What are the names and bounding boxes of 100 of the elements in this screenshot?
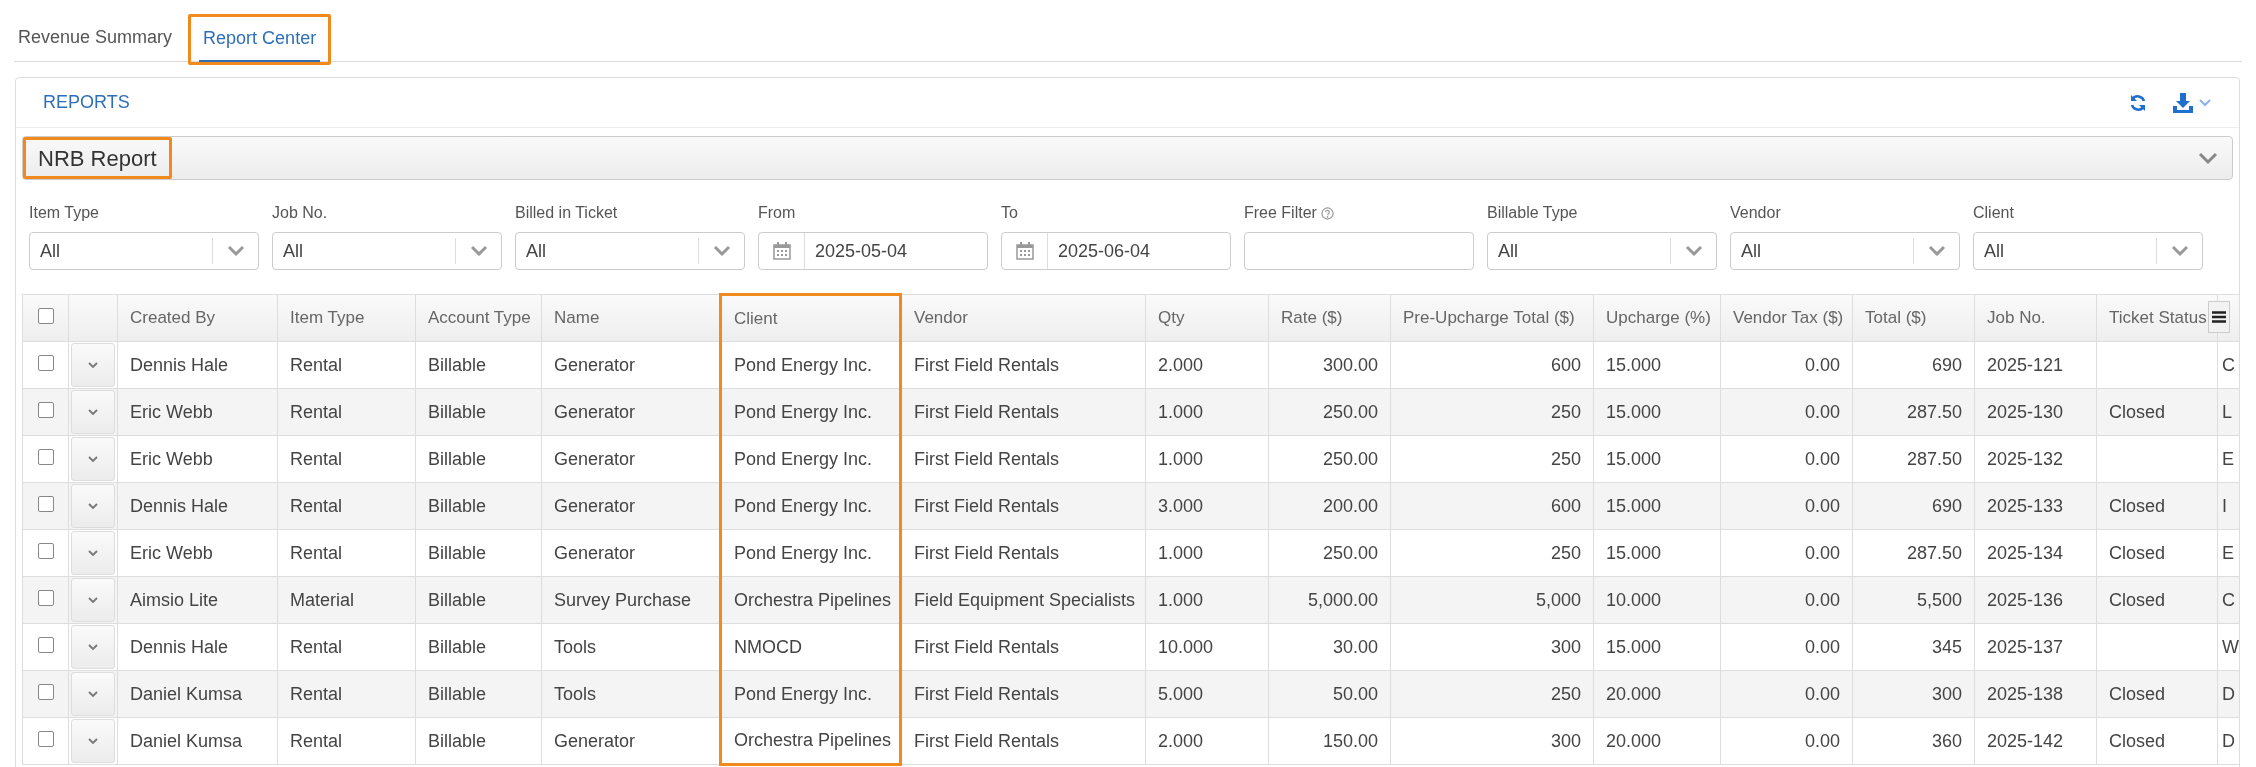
checkbox[interactable] — [37, 495, 54, 512]
table-cell: Billable — [428, 683, 487, 704]
date-field[interactable]: 2025-05-04 — [758, 232, 988, 270]
table-cell: D — [2222, 730, 2235, 751]
checkbox[interactable] — [37, 636, 54, 653]
input-field[interactable] — [1244, 232, 1474, 270]
table-cell: 3.000 — [1158, 495, 1204, 516]
checkbox[interactable] — [37, 448, 54, 465]
table-cell: Generator — [554, 401, 636, 422]
chevron-down-icon — [2198, 151, 2218, 165]
chevron-down-icon — [87, 455, 99, 463]
table-cell: First Field Rentals — [914, 495, 1060, 516]
table-cell: 250.00 — [1322, 542, 1378, 563]
select-field[interactable]: All — [1487, 232, 1717, 270]
table-cell: Dennis Hale — [130, 354, 229, 375]
table-cell: 5,000.00 — [1307, 589, 1378, 610]
table-cell: 15.000 — [1606, 448, 1662, 469]
report-dropdown[interactable]: NRB Report — [22, 136, 2233, 180]
table-cell: First Field Rentals — [914, 448, 1060, 469]
table-cell: 2025-132 — [1987, 448, 2064, 469]
column-header[interactable]: Job No. — [1987, 308, 2046, 328]
column-menu-button[interactable] — [2208, 301, 2230, 333]
column-header[interactable]: Qty — [1158, 308, 1185, 328]
table-cell: Generator — [554, 448, 636, 469]
filter-label: Free Filter — [1244, 203, 1317, 223]
chevron-down-icon — [87, 408, 99, 416]
refresh-icon[interactable] — [2128, 92, 2148, 113]
table-cell: 300.00 — [1322, 354, 1378, 375]
checkbox[interactable] — [37, 589, 54, 606]
column-header[interactable]: Vendor — [914, 308, 968, 328]
table-cell: Dennis Hale — [130, 636, 229, 657]
table-cell: 250.00 — [1322, 448, 1378, 469]
download-button[interactable] — [2172, 91, 2212, 114]
filter-label: Billable Type — [1487, 203, 1578, 223]
table-cell: Dennis Hale — [130, 495, 229, 516]
checkbox[interactable] — [37, 401, 54, 418]
table-cell: 0.00 — [1804, 683, 1840, 704]
table-cell: 15.000 — [1606, 542, 1662, 563]
select-field[interactable]: All — [1730, 232, 1960, 270]
checkbox[interactable] — [37, 683, 54, 700]
table-cell: 360 — [1931, 730, 1962, 751]
table-cell: 5,500 — [1916, 589, 1962, 610]
table-cell: E — [2222, 542, 2234, 563]
table-cell: First Field Rentals — [914, 401, 1060, 422]
table-cell: Pond Energy Inc. — [734, 354, 873, 375]
column-header[interactable]: Name — [554, 308, 600, 328]
chevron-down-icon — [87, 596, 99, 604]
checkbox[interactable] — [37, 730, 54, 747]
table-cell: 250 — [1550, 448, 1581, 469]
select-field[interactable]: All — [515, 232, 745, 270]
table-cell: 10.000 — [1606, 589, 1662, 610]
checkbox[interactable] — [37, 354, 54, 371]
table-cell: Pond Energy Inc. — [734, 495, 873, 516]
table-cell: 300 — [1550, 730, 1581, 751]
table-cell: 287.50 — [1906, 401, 1962, 422]
table-cell: Pond Energy Inc. — [734, 683, 873, 704]
table-cell: Rental — [290, 495, 343, 516]
menu-icon — [2212, 311, 2226, 323]
select-field[interactable]: All — [272, 232, 502, 270]
table-cell: Orchestra Pipelines — [734, 589, 892, 610]
date-field[interactable]: 2025-06-04 — [1001, 232, 1231, 270]
checkbox[interactable] — [37, 542, 54, 559]
table-cell: Billable — [428, 636, 487, 657]
table-cell: Eric Webb — [130, 448, 213, 469]
calendar-icon — [1015, 242, 1034, 260]
table-cell: Rental — [290, 542, 343, 563]
table-cell: 2025-137 — [1987, 636, 2064, 657]
table-cell: 250.00 — [1322, 401, 1378, 422]
select-field[interactable]: All — [1973, 232, 2203, 270]
caret-icon — [2198, 97, 2212, 108]
table-cell: Rental — [290, 354, 343, 375]
checkbox[interactable] — [37, 307, 54, 324]
help-icon[interactable] — [1320, 206, 1334, 220]
chevron-down-icon — [226, 245, 245, 257]
table-cell: 5,000 — [1535, 589, 1581, 610]
table-cell: Aimsio Lite — [130, 589, 219, 610]
table-cell: Generator — [554, 542, 636, 563]
column-header[interactable]: Client — [734, 308, 778, 328]
table-cell: Survey Purchase — [554, 589, 692, 610]
table-cell: 2025-136 — [1987, 589, 2064, 610]
table-cell: 0.00 — [1804, 730, 1840, 751]
chevron-down-icon — [1927, 245, 1946, 257]
select-field[interactable]: All — [29, 232, 259, 270]
table-cell: 690 — [1931, 354, 1962, 375]
table-cell: Generator — [554, 354, 636, 375]
table-cell: 287.50 — [1906, 542, 1962, 563]
table-cell: 150.00 — [1322, 730, 1378, 751]
table-cell: 2025-142 — [1987, 730, 2064, 751]
table-cell: Billable — [428, 589, 487, 610]
table-cell: Closed — [2109, 730, 2166, 751]
table-cell: Pond Energy Inc. — [734, 401, 873, 422]
chevron-down-icon — [87, 643, 99, 651]
table-cell: 2025-133 — [1987, 495, 2064, 516]
table-cell: 300 — [1550, 636, 1581, 657]
filter-label: Client — [1973, 203, 2014, 223]
table-cell: 50.00 — [1332, 683, 1378, 704]
table-cell: Rental — [290, 401, 343, 422]
tab[interactable]: Revenue Summary — [14, 24, 177, 61]
chevron-down-icon — [87, 549, 99, 557]
table-cell: W — [2222, 636, 2239, 657]
